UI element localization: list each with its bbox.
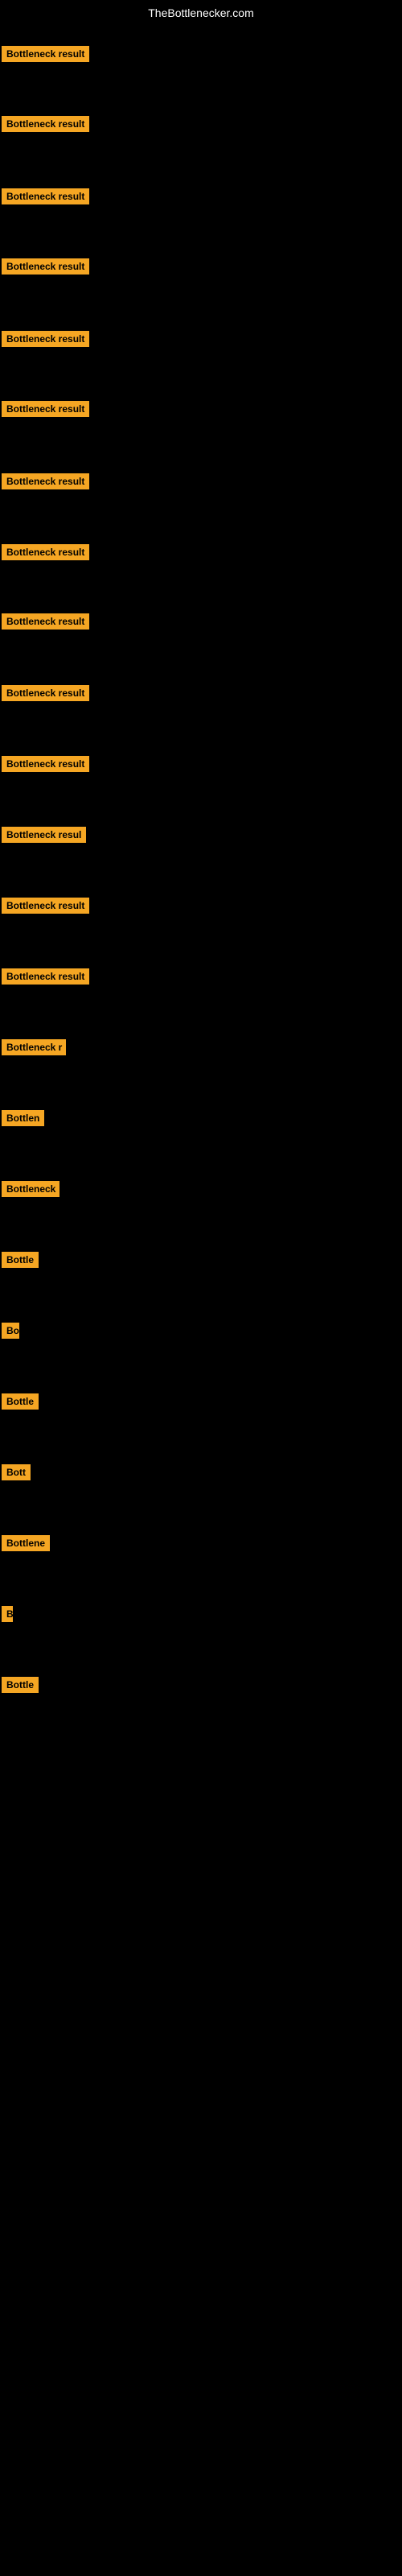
bottleneck-result-badge[interactable]: Bottle bbox=[2, 1677, 39, 1693]
bottleneck-result-badge[interactable]: Bottleneck result bbox=[2, 613, 89, 630]
bottleneck-result-badge[interactable]: Bottle bbox=[2, 1252, 39, 1268]
bottleneck-result-badge[interactable]: Bottleneck result bbox=[2, 968, 89, 985]
bottleneck-result-badge[interactable]: Bottleneck result bbox=[2, 258, 89, 275]
bottleneck-result-badge[interactable]: Bottlene bbox=[2, 1535, 50, 1551]
bottleneck-result-badge[interactable]: Bottleneck bbox=[2, 1181, 59, 1197]
bottleneck-result-badge[interactable]: Bottleneck result bbox=[2, 898, 89, 914]
bottleneck-result-badge[interactable]: Bottleneck result bbox=[2, 401, 89, 417]
bottleneck-result-badge[interactable]: B bbox=[2, 1606, 13, 1622]
bottleneck-result-badge[interactable]: Bottle bbox=[2, 1393, 39, 1410]
bottleneck-result-badge[interactable]: Bottleneck r bbox=[2, 1039, 66, 1055]
bottleneck-result-badge[interactable]: Bottleneck result bbox=[2, 473, 89, 489]
bottleneck-result-badge[interactable]: Bott bbox=[2, 1464, 31, 1480]
site-title: TheBottlenecker.com bbox=[0, 6, 402, 19]
bottleneck-result-badge[interactable]: Bottleneck result bbox=[2, 544, 89, 560]
bottleneck-result-badge[interactable]: Bottleneck result bbox=[2, 46, 89, 62]
bottleneck-result-badge[interactable]: Bottleneck result bbox=[2, 756, 89, 772]
bottleneck-result-badge[interactable]: Bottlen bbox=[2, 1110, 44, 1126]
bottleneck-result-badge[interactable]: Bottleneck result bbox=[2, 331, 89, 347]
bottleneck-result-badge[interactable]: Bo bbox=[2, 1323, 19, 1339]
bottleneck-result-badge[interactable]: Bottleneck resul bbox=[2, 827, 86, 843]
bottleneck-result-badge[interactable]: Bottleneck result bbox=[2, 116, 89, 132]
bottleneck-result-badge[interactable]: Bottleneck result bbox=[2, 685, 89, 701]
bottleneck-result-badge[interactable]: Bottleneck result bbox=[2, 188, 89, 204]
